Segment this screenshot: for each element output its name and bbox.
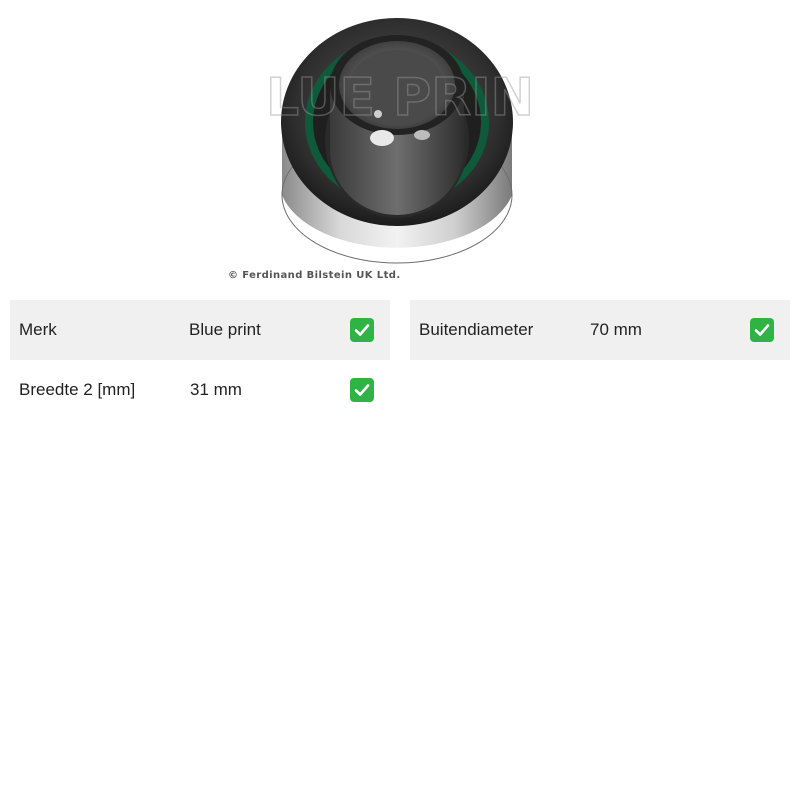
- spec-label-buitendiameter: Buitendiameter: [419, 320, 534, 339]
- spec-value-breedte: 31 mm: [190, 380, 242, 399]
- spec-row-breedte: Breedte 2 [mm] 31 mm: [10, 360, 390, 420]
- check-mark-icon: [350, 318, 374, 342]
- product-spec-page: BLUE PRINT © Ferdinand Bilstein UK Ltd. …: [0, 0, 800, 800]
- spec-row-merk: Merk Blue print: [10, 300, 390, 360]
- watermark-text: BLUE PRINT: [270, 68, 530, 128]
- image-copyright: © Ferdinand Bilstein UK Ltd.: [228, 270, 401, 281]
- spec-value-buitendiameter: 70 mm: [590, 320, 642, 339]
- spec-label-merk: Merk: [19, 320, 57, 339]
- pulley-illustration: BLUE PRINT: [226, 18, 571, 264]
- spec-row-buitendiameter: Buitendiameter 70 mm: [410, 300, 790, 360]
- spec-value-merk: Blue print: [189, 320, 261, 339]
- tensioner-pulley-image: BLUE PRINT: [226, 10, 571, 270]
- check-mark-icon: [750, 318, 774, 342]
- check-mark-icon: [350, 378, 374, 402]
- spec-label-breedte: Breedte 2 [mm]: [19, 380, 136, 399]
